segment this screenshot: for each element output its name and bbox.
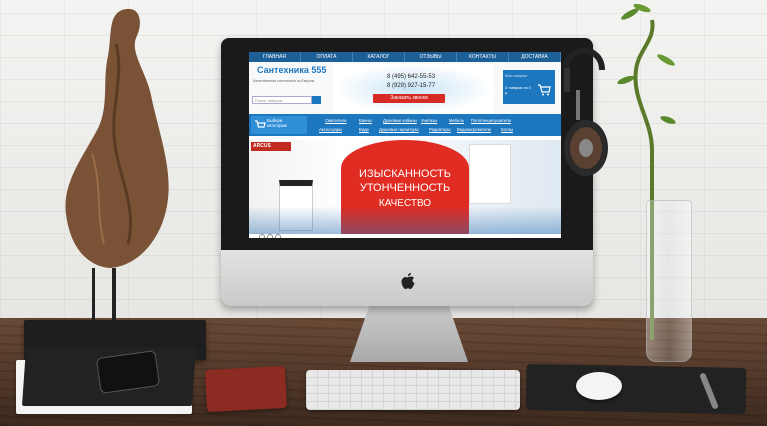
category-baths[interactable]: Ванны (359, 118, 372, 123)
site-slogan: Качественная сантехника из Европы (253, 79, 315, 83)
nav-item-reviews[interactable]: ОТЗЫВЫ (405, 52, 457, 62)
category-shower-cabins[interactable]: Душевые кабины (383, 118, 417, 123)
cart-label: Мои покупки (505, 74, 528, 78)
top-navigation: ГЛАВНАЯ ОПЛАТА КАТАЛОГ ОТЗЫВЫ КОНТАКТЫ Д… (249, 52, 561, 62)
category-mixers[interactable]: Смесители (325, 118, 347, 123)
banner-line-1: ИЗЫСКАННОСТЬ (359, 168, 451, 180)
phone-number-2: 8 (929) 927-15-77 (387, 83, 436, 89)
banner-line-3: КАЧЕСТВО (378, 198, 432, 209)
category-bidets[interactable]: Биде (359, 127, 369, 132)
glass-vase (646, 200, 692, 362)
sink-image (469, 144, 511, 204)
category-accessories[interactable]: Аксессуары (319, 127, 342, 132)
category-radiators[interactable]: Радиаторы (429, 127, 451, 132)
brand-badge: ARCUS (251, 142, 291, 151)
search-button[interactable] (312, 96, 321, 104)
nav-item-delivery[interactable]: ДОСТАВКА (509, 52, 561, 62)
callback-button[interactable]: Заказать звонок (373, 94, 445, 103)
sculpture-stand (92, 268, 116, 324)
slider-dots[interactable] (259, 227, 299, 238)
cart-icon[interactable] (537, 84, 551, 96)
search-input[interactable]: Поиск товаров... (252, 96, 312, 104)
nav-item-catalog[interactable]: КАТАЛОГ (353, 52, 405, 62)
red-passport (204, 365, 288, 413)
category-water-heaters[interactable]: Водонагреватели (457, 127, 491, 132)
website-screen: ГЛАВНАЯ ОПЛАТА КАТАЛОГ ОТЗЫВЫ КОНТАКТЫ Д… (249, 52, 561, 238)
category-toilets[interactable]: Унитазы (421, 118, 437, 123)
nav-item-payment[interactable]: ОПЛАТА (301, 52, 353, 62)
headphones (563, 47, 608, 176)
phone-number-1: 8 (495) 642-55-53 (387, 74, 436, 80)
catalog-cart-icon (255, 120, 266, 128)
keyboard (306, 370, 520, 410)
slider-dot[interactable] (275, 234, 281, 238)
banner-line-2: УТОНЧЕННОСТЬ (359, 182, 451, 194)
category-boilers[interactable]: Котлы (501, 127, 513, 132)
slider-dot[interactable] (259, 234, 265, 238)
mouse (576, 372, 622, 400)
apple-logo-icon (401, 273, 415, 289)
cart-count: 0 товаров на 0 р. (505, 86, 531, 95)
category-towel-warmers[interactable]: Полотенцесушители (471, 118, 511, 123)
site-logo[interactable]: Сантехника 555 (257, 65, 337, 77)
slider-dot[interactable] (267, 234, 273, 238)
nav-item-contacts[interactable]: КОНТАКТЫ (457, 52, 509, 62)
category-furniture[interactable]: Мебель (449, 118, 464, 123)
catalog-button-label: Выбери категорию (267, 118, 287, 128)
driftwood-sculpture (65, 8, 169, 268)
nav-item-home[interactable]: ГЛАВНАЯ (249, 52, 301, 62)
category-shower-sets[interactable]: Душевые гарнитуры (379, 127, 419, 132)
